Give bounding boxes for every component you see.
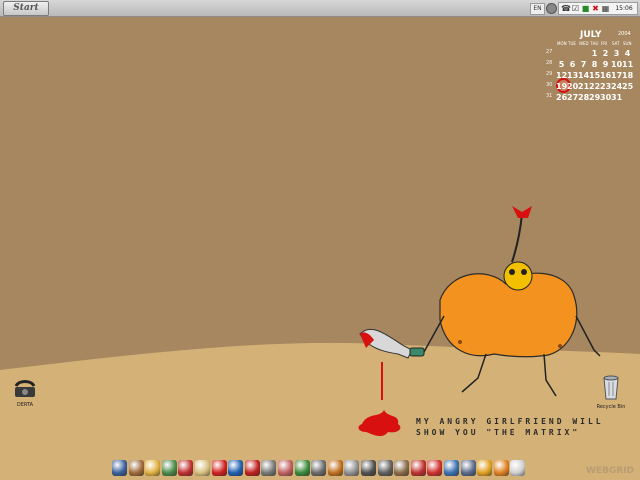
books-icon[interactable] xyxy=(410,460,426,476)
start-button[interactable]: Start xyxy=(3,1,49,16)
calendar-day[interactable]: 18 xyxy=(622,71,633,80)
opera-icon[interactable] xyxy=(211,460,227,476)
warning-icon[interactable] xyxy=(477,460,493,476)
wallpaper-caption: MY ANGRY GIRLFRIEND WILL SHOW YOU "THE M… xyxy=(416,416,604,438)
green-icon[interactable]: ■ xyxy=(581,4,590,13)
desktop: Start EN ☎ ☑ ■ ✖ ▦ 15:06 JULY 2004 MON TU… xyxy=(0,0,640,480)
forbidden-icon[interactable] xyxy=(244,460,260,476)
calendar-day[interactable]: 5 xyxy=(556,60,567,69)
calendar-day[interactable]: 27 xyxy=(567,93,578,102)
system-tray: ☎ ☑ ■ ✖ ▦ 15:06 xyxy=(558,2,638,15)
calendar-day[interactable]: 24 xyxy=(611,82,622,91)
calendar-day[interactable]: 21 xyxy=(578,82,589,91)
desktop-icon-derta[interactable]: DERTA xyxy=(10,378,40,408)
calendar-day[interactable]: 1 xyxy=(589,49,600,58)
clock[interactable]: 15:06 xyxy=(611,3,637,14)
q-icon[interactable] xyxy=(493,460,509,476)
calendar-day[interactable]: 31 xyxy=(611,93,622,102)
top-bar: Start EN ☎ ☑ ■ ✖ ▦ 15:06 xyxy=(0,0,640,17)
calendar-day[interactable]: 3 xyxy=(611,49,622,58)
calendar-day[interactable]: 10 xyxy=(611,60,622,69)
calendar-weekday: MON xyxy=(557,41,567,46)
eye-icon[interactable] xyxy=(294,460,310,476)
calendar-week-number: 30 xyxy=(546,82,553,88)
calendar-day[interactable]: 2 xyxy=(600,49,611,58)
calendar-month: JULY xyxy=(580,30,602,40)
calendar-year: 2004 xyxy=(618,31,631,37)
calendar-day[interactable]: 28 xyxy=(578,93,589,102)
calendar-week-number: 27 xyxy=(546,49,553,55)
recycle-bin-icon xyxy=(603,375,619,400)
calendar-day[interactable]: 29 xyxy=(589,93,600,102)
network-icon[interactable]: ▦ xyxy=(601,4,610,13)
desktop-icon-label: DERTA xyxy=(16,402,34,408)
calendar-day[interactable]: 9 xyxy=(600,60,611,69)
lifebuoy-icon[interactable] xyxy=(427,460,443,476)
calendar-weekday: SAT xyxy=(612,41,620,46)
calendar-day[interactable]: 26 xyxy=(556,93,567,102)
phone-icon xyxy=(14,380,36,397)
rabbit-icon[interactable] xyxy=(195,460,210,476)
calendar-week-number: 29 xyxy=(546,71,553,77)
calendar-day[interactable]: 25 xyxy=(622,82,633,91)
phone-icon[interactable]: ☎ xyxy=(561,4,571,13)
notebook-icon[interactable] xyxy=(278,460,293,476)
m-icon[interactable] xyxy=(228,460,244,476)
system-icon[interactable] xyxy=(546,3,557,14)
calendar-weekday: TUE xyxy=(568,41,576,46)
trash-icon[interactable] xyxy=(161,460,177,476)
calendar-day[interactable]: 23 xyxy=(600,82,611,91)
calendar-weekday: FRI xyxy=(601,41,608,46)
beer-icon[interactable] xyxy=(145,460,161,476)
photo-icon[interactable] xyxy=(460,460,476,476)
calendar-day[interactable]: 14 xyxy=(578,71,589,80)
mailbox-icon[interactable] xyxy=(178,460,194,476)
calendar-weekday: SUN xyxy=(623,41,632,46)
calendar-day[interactable]: 7 xyxy=(578,60,589,69)
calendar-day[interactable]: 6 xyxy=(567,60,578,69)
calendar-widget: JULY 2004 MON TUE WED THU FRI SAT SUN 27 28 29 30… xyxy=(546,30,638,102)
glass-icon[interactable] xyxy=(344,460,360,476)
target-icon[interactable] xyxy=(311,460,327,476)
calendar-day[interactable]: 8 xyxy=(589,60,600,69)
calendar-week-number: 28 xyxy=(546,60,553,66)
monitor-icon[interactable] xyxy=(112,460,127,476)
box-icon[interactable] xyxy=(394,460,410,476)
checkbox-icon[interactable]: ☑ xyxy=(571,4,580,13)
burner-icon[interactable] xyxy=(128,460,144,476)
dock xyxy=(108,457,532,480)
calendar-day[interactable]: 4 xyxy=(622,49,633,58)
calendar-day[interactable]: 17 xyxy=(611,71,622,80)
skull-icon[interactable] xyxy=(261,460,277,476)
calendar-weekday: THU xyxy=(590,41,599,46)
language-indicator[interactable]: EN xyxy=(530,3,545,15)
calendar-day[interactable]: 11 xyxy=(622,60,633,69)
wallpaper xyxy=(0,206,640,480)
calendar-day[interactable]: 30 xyxy=(600,93,611,102)
calendar-day[interactable]: 22 xyxy=(589,82,600,91)
caption-line-1: MY ANGRY GIRLFRIEND WILL xyxy=(416,417,604,426)
calendar-day[interactable]: 13 xyxy=(567,71,578,80)
calendar-day[interactable]: 12 xyxy=(556,71,567,80)
calendar-weekday: WED xyxy=(579,41,589,46)
camera-icon[interactable] xyxy=(377,460,393,476)
calendar-day[interactable]: 16 xyxy=(600,71,611,80)
clock-icon[interactable] xyxy=(510,460,526,476)
calendar-day[interactable]: 15 xyxy=(589,71,600,80)
desktop-icon-recycle-bin[interactable]: Recycle Bin xyxy=(594,374,628,410)
desktop-icon-label: Recycle Bin xyxy=(596,404,626,410)
winamp-icon[interactable] xyxy=(327,460,343,476)
calendar-weekdays: MON TUE WED THU FRI SAT SUN xyxy=(556,41,640,49)
globe-icon[interactable] xyxy=(444,460,459,476)
calendar-day-today[interactable]: 19 xyxy=(556,82,567,91)
ant-icon[interactable] xyxy=(361,460,376,476)
caption-line-2: SHOW YOU "THE MATRIX" xyxy=(416,428,581,437)
calendar-week-number: 31 xyxy=(546,93,553,99)
close-icon[interactable]: ✖ xyxy=(591,4,600,13)
calendar-day[interactable]: 20 xyxy=(567,82,578,91)
watermark: WEBGRID xyxy=(586,466,635,476)
